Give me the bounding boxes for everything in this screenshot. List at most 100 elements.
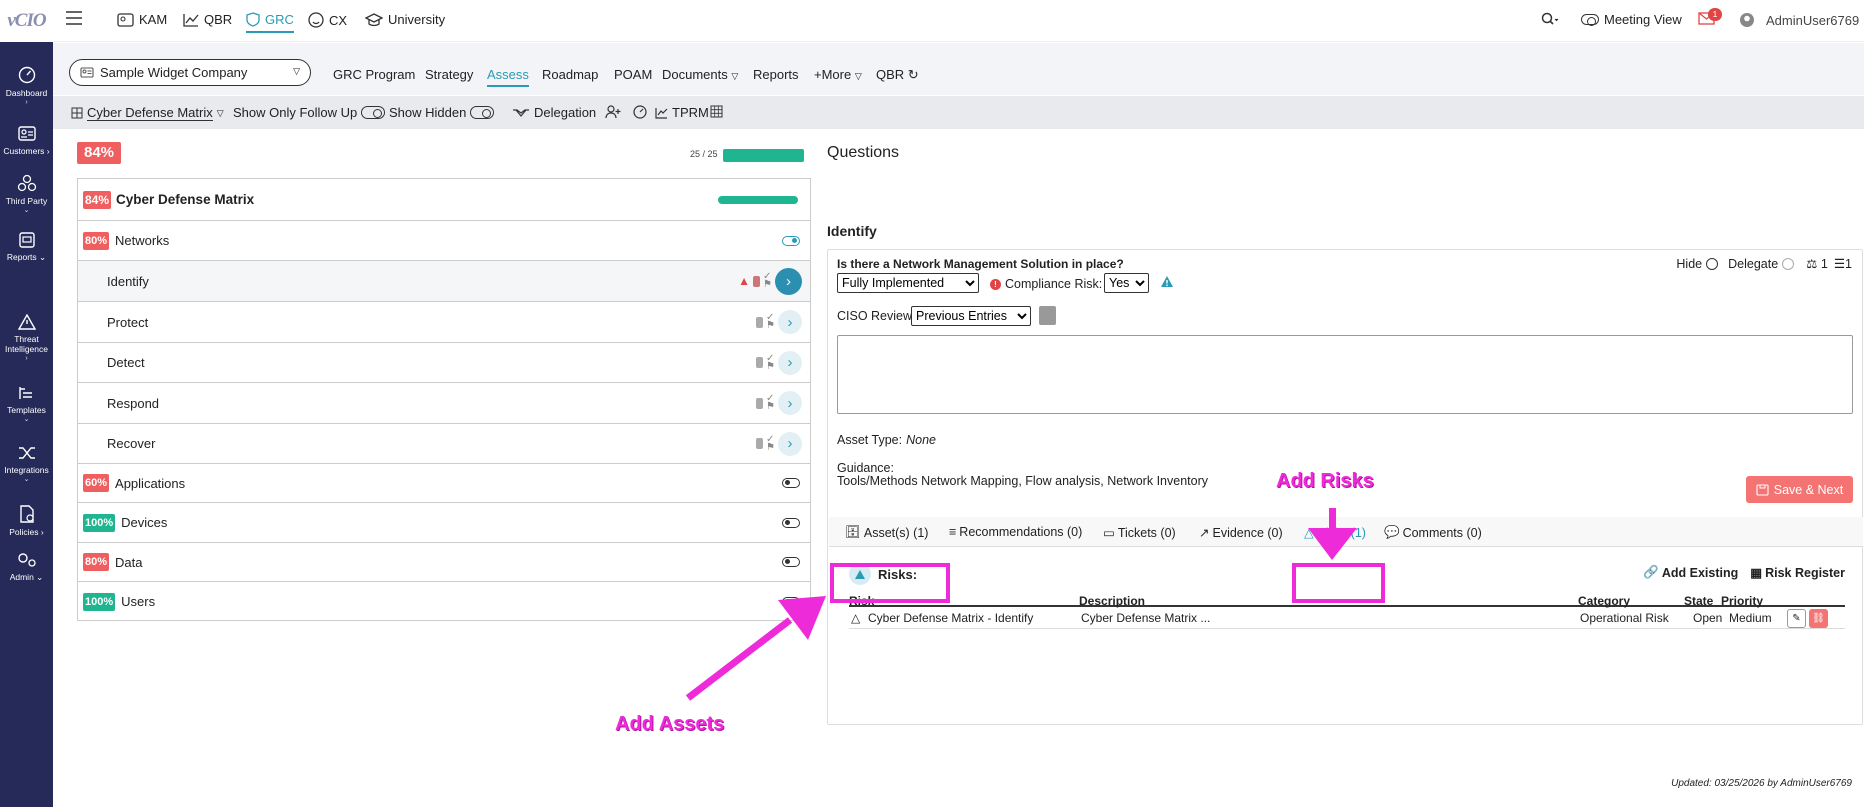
toggle-switch-icon[interactable] bbox=[782, 478, 800, 488]
category-row-devices[interactable]: 100% Devices bbox=[78, 503, 810, 543]
add-user-button[interactable] bbox=[605, 105, 622, 119]
save-next-button[interactable]: Save & Next bbox=[1746, 476, 1853, 503]
module-kam[interactable]: KAM bbox=[117, 12, 167, 27]
module-qbr[interactable]: QBR bbox=[183, 12, 232, 27]
nav-reports[interactable]: Reports ⌄ bbox=[0, 232, 53, 262]
person-icon bbox=[753, 275, 761, 287]
response-textarea[interactable] bbox=[837, 335, 1853, 414]
subnav-roadmap[interactable]: Roadmap bbox=[542, 67, 598, 82]
subnav-poam[interactable]: POAM bbox=[614, 67, 652, 82]
nav-customers[interactable]: Customers › bbox=[0, 126, 53, 156]
framework-matrix: 84% Cyber Defense Matrix 80% Networks Id… bbox=[77, 178, 811, 621]
tab-recommendations[interactable]: ≡ Recommendations (0) bbox=[949, 525, 1082, 539]
chevron-right-icon[interactable]: › bbox=[775, 267, 802, 295]
toggle-switch-icon[interactable] bbox=[782, 235, 800, 246]
tab-tickets[interactable]: ▭ Tickets (0) bbox=[1103, 525, 1176, 541]
edit-pencil-icon[interactable]: ✎ bbox=[1787, 609, 1806, 628]
module-cx[interactable]: CX bbox=[308, 12, 347, 28]
sub-row-recover[interactable]: Recover ✓ ⚑ › bbox=[78, 424, 810, 464]
nav-third-party[interactable]: Third Party ⌄ bbox=[0, 174, 53, 216]
notifications-button[interactable]: 1 bbox=[1698, 8, 1722, 25]
nav-dashboard[interactable]: Dashboard › bbox=[0, 66, 53, 108]
nav-admin[interactable]: Admin ⌄ bbox=[0, 552, 53, 582]
unlink-icon[interactable]: ⛓ bbox=[1809, 609, 1828, 628]
chevron-right-icon[interactable]: › bbox=[778, 431, 802, 456]
tab-evidence[interactable]: ↗ Evidence (0) bbox=[1199, 525, 1283, 541]
warning-triangle-icon bbox=[1161, 276, 1173, 287]
risk-register-button[interactable]: ▦ Risk Register bbox=[1750, 565, 1845, 581]
search-button[interactable] bbox=[1541, 12, 1559, 26]
toggle-switch-icon bbox=[361, 106, 386, 119]
sub-row-identify[interactable]: Identify ▲ ✓ ⚑ › bbox=[78, 261, 810, 302]
hide-toggle[interactable]: Hide bbox=[1676, 257, 1719, 271]
module-university[interactable]: University bbox=[365, 12, 445, 27]
framework-selector[interactable]: Cyber Defense Matrix ▽ bbox=[71, 105, 224, 121]
ticket-icon: ▭ bbox=[1103, 526, 1115, 540]
delegation-button[interactable]: Delegation bbox=[512, 105, 596, 120]
add-existing-risk-button[interactable]: 🔗 Add Existing bbox=[1643, 565, 1738, 580]
meeting-view-toggle[interactable]: Meeting View bbox=[1581, 12, 1682, 27]
module-grc[interactable]: GRC bbox=[246, 12, 294, 33]
third-party-icon bbox=[17, 174, 36, 192]
sub-row-protect[interactable]: Protect ✓ ⚑ › bbox=[78, 302, 810, 343]
show-hidden-toggle[interactable]: Show Hidden bbox=[389, 105, 495, 120]
company-selector[interactable]: Sample Widget Company ▽ bbox=[69, 59, 311, 86]
subnav-reports[interactable]: Reports bbox=[753, 67, 799, 82]
compliance-risk-select[interactable]: Yes bbox=[1104, 273, 1149, 293]
score-badge: 100% bbox=[83, 592, 116, 611]
category-row-networks[interactable]: 80% Networks bbox=[78, 221, 810, 261]
nav-threat-intelligence[interactable]: Threat Intelligence › bbox=[0, 314, 53, 364]
compliance-risk-label: Compliance Risk: bbox=[1005, 277, 1103, 291]
sub-row-respond[interactable]: Respond ✓ ⚑ › bbox=[78, 383, 810, 424]
matrix-header[interactable]: 84% Cyber Defense Matrix bbox=[78, 179, 810, 221]
nav-policies[interactable]: Policies › bbox=[0, 505, 53, 537]
category-row-data[interactable]: 80% Data bbox=[78, 543, 810, 582]
toggle-switch-icon[interactable] bbox=[782, 557, 800, 567]
ciso-review-label: CISO Review: bbox=[837, 309, 916, 323]
category-row-applications[interactable]: 60% Applications bbox=[78, 464, 810, 503]
comment-button[interactable] bbox=[1039, 306, 1056, 325]
chart-line-icon bbox=[655, 107, 668, 119]
grid-view-button[interactable] bbox=[710, 105, 723, 118]
user-menu[interactable]: AdminUser6769 bbox=[1739, 12, 1859, 28]
toggle-switch-icon[interactable] bbox=[782, 517, 800, 528]
subnav-qbr[interactable]: QBR ↻ bbox=[876, 67, 919, 83]
grid-dots-icon bbox=[710, 105, 723, 118]
tab-comments[interactable]: 💬 Comments (0) bbox=[1384, 525, 1482, 540]
toggle-switch-icon[interactable] bbox=[782, 596, 800, 607]
subnav-documents[interactable]: Documents ▽ bbox=[662, 67, 738, 82]
subnav-more[interactable]: +More ▽ bbox=[814, 67, 862, 82]
chevron-right-icon[interactable]: › bbox=[778, 391, 802, 415]
top-bar: KAM QBR GRC CX University Meeting View 1… bbox=[53, 0, 1864, 42]
list-count[interactable]: ☰1 bbox=[1834, 256, 1852, 271]
tab-assets[interactable]: 🗄 Asset(s) (1) bbox=[845, 525, 928, 540]
tab-risks[interactable]: △ Risks (1) bbox=[1304, 525, 1366, 541]
chevron-right-icon[interactable]: › bbox=[778, 350, 802, 375]
table-icon: ▦ bbox=[1750, 566, 1763, 580]
scale-icon: ⚖ bbox=[1806, 257, 1818, 271]
alert-circle-icon: ! bbox=[990, 278, 1001, 290]
sub-row-detect[interactable]: Detect ✓ ⚑ › bbox=[78, 343, 810, 383]
category-row-users[interactable]: 100% Users bbox=[78, 582, 810, 621]
risk-description: Cyber Defense Matrix ... bbox=[1081, 611, 1211, 625]
subnav-grc-program[interactable]: GRC Program bbox=[333, 67, 415, 82]
nav-integrations[interactable]: Integrations ⌄ bbox=[0, 445, 53, 485]
chevron-right-icon[interactable]: › bbox=[778, 310, 802, 334]
scale-count[interactable]: ⚖ 1 bbox=[1806, 256, 1828, 271]
admin-icon bbox=[17, 553, 36, 567]
follow-up-toggle[interactable]: Show Only Follow Up bbox=[233, 105, 386, 120]
logo[interactable]: vCIO bbox=[0, 0, 53, 42]
annotation-add-assets: Add Assets bbox=[615, 713, 725, 735]
updated-text: Updated: 03/25/2026 by AdminUser6769 bbox=[1671, 778, 1852, 789]
subnav-strategy[interactable]: Strategy bbox=[425, 67, 473, 82]
ciso-review-select[interactable]: Previous Entries bbox=[911, 306, 1031, 326]
delegate-button[interactable]: Delegate bbox=[1728, 257, 1795, 271]
table-row[interactable]: △ Cyber Defense Matrix - Identify Cyber … bbox=[849, 609, 1845, 629]
subnav-assess[interactable]: Assess bbox=[487, 67, 529, 87]
answer-select[interactable]: Fully Implemented bbox=[837, 273, 979, 293]
matrix-title: Cyber Defense Matrix bbox=[116, 192, 255, 207]
tprm-button[interactable]: TPRM bbox=[655, 105, 709, 120]
hamburger-menu-icon[interactable] bbox=[65, 10, 83, 26]
gauge-button[interactable] bbox=[633, 105, 647, 119]
nav-templates[interactable]: Templates ⌄ bbox=[0, 385, 53, 425]
